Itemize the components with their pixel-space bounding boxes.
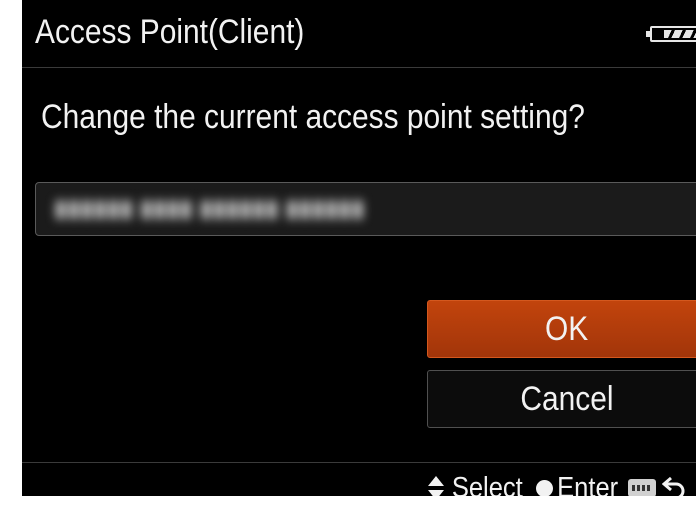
up-down-arrows-icon (428, 476, 445, 496)
access-point-field: ▮▮▮▮▮▮ ▮▮▮▮ ▮▮▮▮▮▮ ▮▮▮▮▮▮ (35, 182, 696, 236)
center-button-icon (535, 479, 553, 496)
access-point-name-blurred: ▮▮▮▮▮▮ ▮▮▮▮ ▮▮▮▮▮▮ ▮▮▮▮▮▮ (54, 195, 365, 222)
title-bar: Access Point(Client) (22, 0, 696, 68)
battery-icon (646, 26, 696, 42)
confirmation-prompt: Change the current access point setting? (41, 98, 585, 136)
camera-screen: Access Point(Client) Change the current … (22, 0, 696, 496)
button-guide: Select Enter (427, 471, 686, 496)
cancel-button-label: Cancel (520, 379, 614, 418)
ok-button-label: OK (545, 309, 589, 348)
footer-divider (22, 462, 696, 463)
cancel-button[interactable]: Cancel (427, 370, 696, 428)
page-title: Access Point(Client) (35, 13, 305, 51)
select-hint: Select (451, 471, 523, 497)
enter-hint: Enter (556, 471, 618, 497)
ok-button[interactable]: OK (427, 300, 696, 358)
battery-level (664, 30, 696, 38)
back-arrow-icon (662, 476, 685, 496)
menu-button-icon (628, 479, 656, 496)
